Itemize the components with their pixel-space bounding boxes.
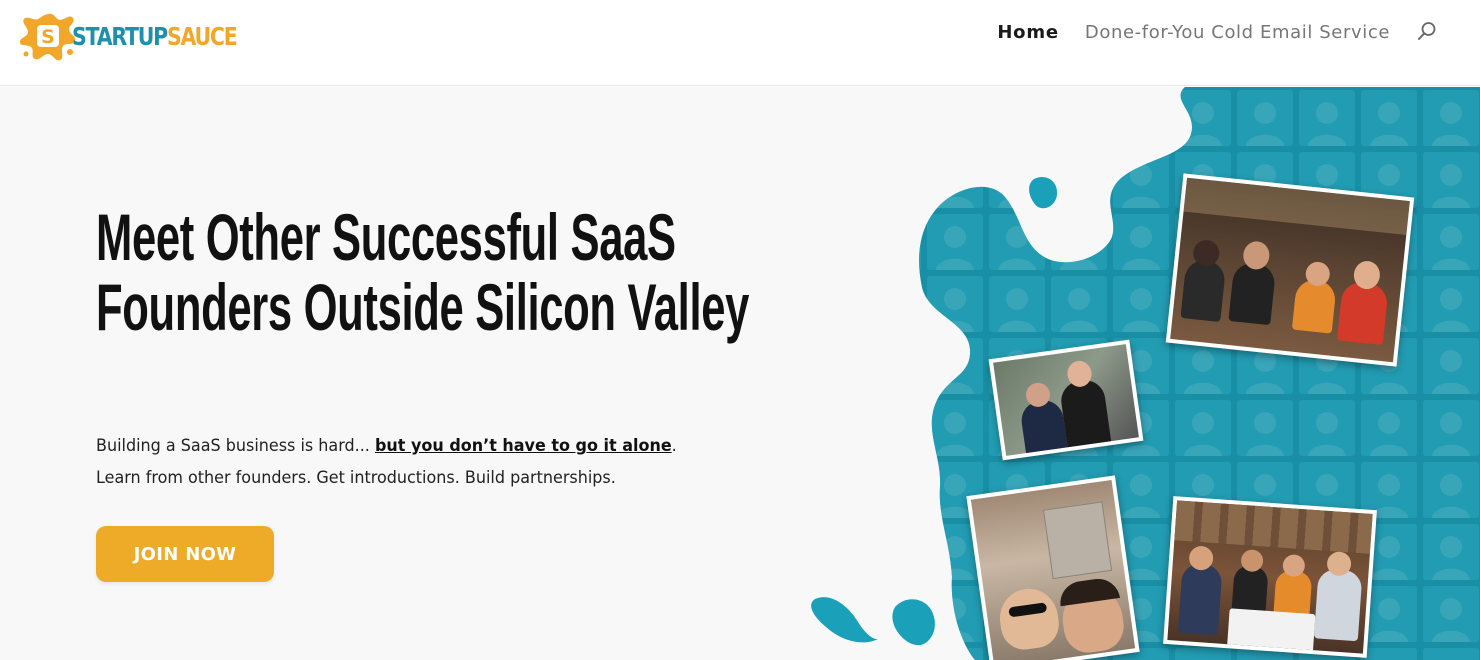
photo-restaurant-group <box>1165 173 1415 367</box>
site-header: S STARTUPSAUCE Home Done-for-You Cold Em… <box>0 0 1480 86</box>
logo-wordmark: STARTUPSAUCE <box>72 21 238 51</box>
nav-item-cold-email-service[interactable]: Done-for-You Cold Email Service <box>1085 22 1390 43</box>
teal-splash-background <box>811 87 1480 660</box>
search-icon <box>1418 22 1436 40</box>
hero-headline: Meet Other Successful SaaS Founders Outs… <box>96 202 769 342</box>
photo-two-founders-street <box>988 339 1144 461</box>
hero-headline-line2: Founders Outside Silicon Valley <box>96 270 750 344</box>
hero-subtext-emphasis: but you don’t have to go it alone <box>374 436 672 456</box>
svg-text:S: S <box>41 26 55 48</box>
hero-subtext-period: . <box>671 436 677 456</box>
join-now-button[interactable]: JOIN NOW <box>96 526 274 582</box>
search-button[interactable] <box>1416 20 1440 44</box>
logo-word-startup: STARTUP <box>72 21 168 51</box>
main-nav: Home Done-for-You Cold Email Service <box>997 20 1440 44</box>
photo-dinner-table-group <box>1163 496 1377 658</box>
nav-item-home[interactable]: Home <box>997 22 1059 43</box>
splash-dollar-icon: S <box>20 13 76 61</box>
site-logo[interactable]: S STARTUPSAUCE <box>18 8 238 64</box>
hero-subtext: Building a SaaS business is hard... but … <box>96 430 677 494</box>
hero-subtext-line2: Learn from other founders. Get introduct… <box>96 468 616 488</box>
hero-headline-line1: Meet Other Successful SaaS <box>96 200 676 274</box>
hero-section: Meet Other Successful SaaS Founders Outs… <box>0 87 1480 660</box>
photo-selfie-startup-lisboa <box>966 475 1140 660</box>
logo-word-sauce: SAUCE <box>166 21 238 51</box>
hero-collage <box>800 87 1480 660</box>
hero-subtext-start: Building a SaaS business is hard... <box>96 436 375 456</box>
